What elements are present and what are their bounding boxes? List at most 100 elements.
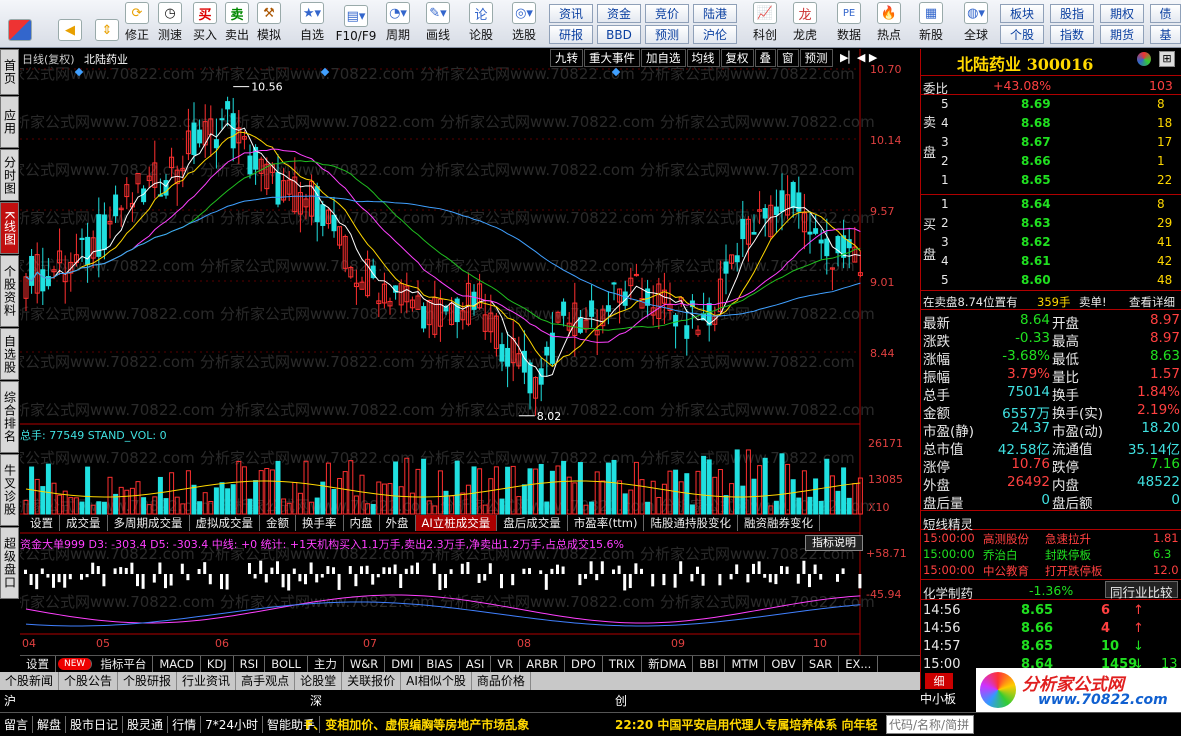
market-sz[interactable]: 深 — [310, 692, 322, 709]
btn-sector[interactable]: 板块 — [1000, 4, 1044, 23]
sprite-stock[interactable]: 乔治白 — [983, 547, 1018, 563]
vtab-kline[interactable]: K线图 — [0, 202, 19, 254]
sell-price[interactable]: 8.67 — [1021, 135, 1051, 149]
indicator-tab-12[interactable]: VR — [491, 656, 521, 672]
pin-icon[interactable]: ⊞ — [1159, 51, 1175, 67]
indicator-tab-5[interactable]: RSI — [234, 656, 266, 672]
indicator-tab-15[interactable]: TRIX — [603, 656, 643, 672]
info-tab-0[interactable]: 个股新闻 — [0, 672, 60, 690]
indicator-tab-1[interactable]: NEW — [58, 658, 93, 670]
info-tab-6[interactable]: 关联报价 — [342, 672, 402, 690]
info-tab-2[interactable]: 个股研报 — [118, 672, 178, 690]
btn-research[interactable]: 研报 — [549, 25, 593, 44]
volume-tab-12[interactable]: 融资融券变化 — [738, 515, 820, 531]
indicator-tab-17[interactable]: BBI — [693, 656, 726, 672]
search-input[interactable] — [886, 715, 974, 734]
indicator-tab-21[interactable]: EX... — [839, 656, 879, 672]
sprite-stock[interactable]: 高测股份 — [983, 531, 1029, 547]
toolbar-forum[interactable]: 论论股 — [466, 2, 496, 46]
toolbar-sim[interactable]: ⚒ 模拟 — [254, 2, 284, 46]
sell-price[interactable]: 8.65 — [1021, 173, 1051, 187]
info-tab-7[interactable]: AI相似个股 — [401, 672, 472, 690]
sell-price[interactable]: 8.68 — [1021, 116, 1051, 130]
btn-fund2[interactable]: 基 — [1150, 25, 1181, 44]
indicator-tab-13[interactable]: ARBR — [520, 656, 565, 672]
btn-london[interactable]: 沪伦 — [693, 25, 737, 44]
toolbar-ipo[interactable]: ▦ 新股 — [914, 2, 948, 46]
volume-tab-1[interactable]: 成交量 — [60, 515, 108, 531]
btn-auction[interactable]: 竞价 — [645, 4, 689, 23]
vtab-intraday[interactable]: 分时图 — [0, 149, 19, 201]
toolbar-speed[interactable]: ◷ 测速 — [155, 2, 185, 46]
status-item-4[interactable]: 行情 — [168, 716, 202, 733]
chart-header-btn-1[interactable]: 重大事件 — [584, 49, 640, 67]
kline-svg[interactable]: 10.7010.149.579.018.442617113085X10+58.7… — [20, 49, 920, 655]
chart-header-btn-3[interactable]: 均线 — [686, 49, 720, 67]
status-item-1[interactable]: 解盘 — [33, 716, 67, 733]
news-ticker[interactable]: F、变相加价、虚假编胸等房地产市场乱象 — [305, 716, 605, 733]
btn-bbd[interactable]: BBD — [597, 25, 641, 44]
sprite-stock[interactable]: 中公教育 — [983, 563, 1029, 579]
detail-tab[interactable]: 细 — [925, 673, 953, 689]
indicator-tab-7[interactable]: 主力 — [308, 656, 344, 672]
vtab-apps[interactable]: 应用 — [0, 96, 19, 148]
toolbar-hot[interactable]: 🔥 热点 — [872, 2, 906, 46]
volume-tab-5[interactable]: 换手率 — [296, 515, 344, 531]
indicator-tab-2[interactable]: 指标平台 — [94, 656, 154, 672]
indicator-tab-4[interactable]: KDJ — [201, 656, 234, 672]
toolbar-watchlist[interactable]: ★▾ 自选 — [293, 2, 331, 46]
status-item-3[interactable]: 股灵通 — [123, 716, 169, 733]
btn-stockindex[interactable]: 股指 — [1050, 4, 1094, 23]
indicator-tab-3[interactable]: MACD — [153, 656, 201, 672]
toolbar-updown[interactable]: ⇕ — [95, 2, 119, 46]
indicator-tab-10[interactable]: BIAS — [420, 656, 460, 672]
btn-hk[interactable]: 陆港 — [693, 4, 737, 23]
info-tab-1[interactable]: 个股公告 — [59, 672, 119, 690]
volume-tab-0[interactable]: 设置 — [24, 515, 60, 531]
toolbar-screener[interactable]: ◎▾ 选股 — [505, 2, 543, 46]
status-item-5[interactable]: 7*24小时 — [201, 716, 263, 733]
volume-tab-11[interactable]: 陆股通持股变化 — [644, 515, 738, 531]
info-tab-5[interactable]: 论股堂 — [295, 672, 343, 690]
buy-price[interactable]: 8.60 — [1021, 273, 1051, 287]
kline-chart-area[interactable]: 10.70 10.14 9.57 9.01 8.44 26171 13085 X10 +58.7… — [20, 49, 920, 655]
chart-header-arrows[interactable]: ▶▏◀ ▶ — [840, 51, 877, 64]
toolbar-sell[interactable]: 卖卖出 — [222, 2, 252, 46]
chart-header-btn-7[interactable]: 预测 — [799, 49, 833, 67]
toolbar-data[interactable]: PE 数据 — [832, 2, 866, 46]
indicator-tab-18[interactable]: MTM — [725, 656, 766, 672]
btn-stock[interactable]: 个股 — [1000, 25, 1044, 44]
btn-index[interactable]: 指数 — [1050, 25, 1094, 44]
info-tab-8[interactable]: 商品价格 — [472, 672, 531, 690]
vtab-depth[interactable]: 超级盘口 — [0, 527, 19, 599]
buy-price[interactable]: 8.63 — [1021, 216, 1051, 230]
indicator-tab-20[interactable]: SAR — [803, 656, 840, 672]
industry-compare-button[interactable]: 同行业比较 — [1105, 581, 1178, 600]
buy-price[interactable]: 8.64 — [1021, 197, 1051, 211]
market-cy[interactable]: 创 — [615, 692, 627, 709]
btn-fund[interactable]: 资金 — [597, 4, 641, 23]
indicator-tab-14[interactable]: DPO — [565, 656, 603, 672]
status-item-0[interactable]: 留言 — [0, 716, 34, 733]
vtab-home[interactable]: 首页 — [0, 49, 19, 95]
sell-price[interactable]: 8.66 — [1021, 154, 1051, 168]
volume-tab-2[interactable]: 多周期成交量 — [108, 515, 190, 531]
toolbar-star[interactable]: 📈 科创 — [748, 2, 782, 46]
toolbar-f10[interactable]: ▤▾ F10/F9 — [333, 2, 379, 46]
volume-tab-8[interactable]: AI立桩成交量 — [415, 515, 498, 531]
chart-header-btn-2[interactable]: 加自选 — [641, 49, 686, 67]
buy-price[interactable]: 8.62 — [1021, 235, 1051, 249]
vtab-watchlist[interactable]: 自选股 — [0, 328, 19, 380]
indicator-tab-6[interactable]: BOLL — [265, 656, 308, 672]
chart-header-btn-6[interactable]: 窗 — [777, 49, 799, 67]
volume-tab-4[interactable]: 金额 — [260, 515, 296, 531]
time-news[interactable]: 22:20 中国平安启用代理人专属培养体系 向年轻 — [615, 716, 885, 733]
volume-tab-6[interactable]: 内盘 — [344, 515, 380, 531]
btn-bond[interactable]: 债 — [1150, 4, 1181, 23]
indicator-help-button[interactable]: 指标说明 — [805, 535, 863, 551]
btn-options[interactable]: 期权 — [1100, 4, 1144, 23]
btn-forecast[interactable]: 预测 — [645, 25, 689, 44]
toolbar-buy[interactable]: 买买入 — [190, 2, 220, 46]
vtab-diagnose[interactable]: 牛叉诊股 — [0, 454, 19, 526]
volume-tab-3[interactable]: 虚拟成交量 — [190, 515, 260, 531]
